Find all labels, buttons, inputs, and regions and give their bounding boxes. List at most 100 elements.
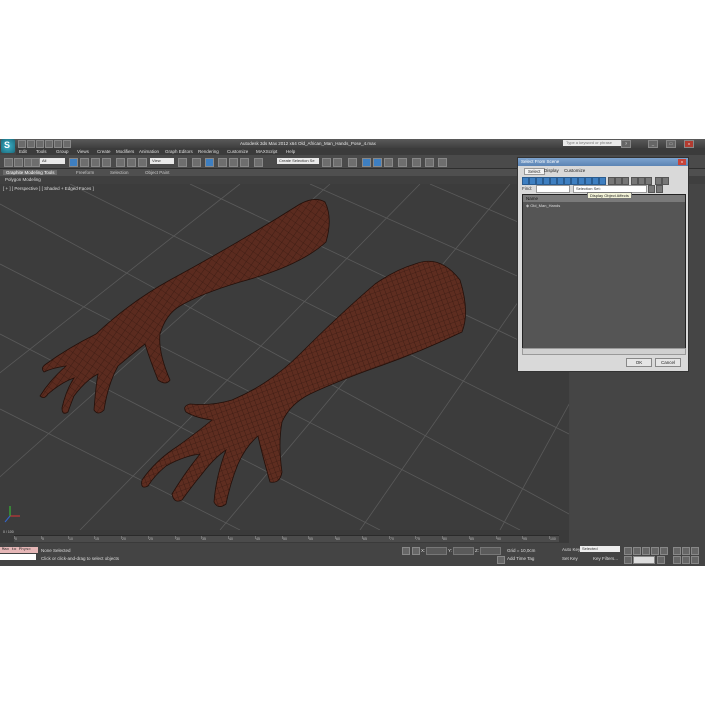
menu-graph-editors[interactable]: Graph Editors xyxy=(165,149,193,154)
redo-icon[interactable] xyxy=(54,140,62,148)
select-dependents-icon[interactable] xyxy=(655,177,662,185)
display-object-affects-icon[interactable] xyxy=(599,177,606,185)
display-bones-icon[interactable] xyxy=(578,177,585,185)
selected-combo[interactable]: Selected xyxy=(580,546,620,552)
zoom-all-icon[interactable] xyxy=(682,547,690,555)
display-helpers-icon[interactable] xyxy=(550,177,557,185)
unlink-icon[interactable] xyxy=(31,158,40,167)
select-manipulate-icon[interactable] xyxy=(192,158,201,167)
save-file-icon[interactable] xyxy=(36,140,44,148)
list-item[interactable]: ◆ Old_Man_Hands xyxy=(526,203,560,208)
angle-snap-icon[interactable] xyxy=(218,158,227,167)
maxscript-listener[interactable]: Max to Physc xyxy=(0,547,38,553)
display-containers-icon[interactable] xyxy=(585,177,592,185)
viewport-label[interactable]: [ + ] [ Perspective ] [ Shaded + Edged F… xyxy=(3,186,94,191)
tab-freeform[interactable]: Freeform xyxy=(76,170,94,175)
cancel-button[interactable]: Cancel xyxy=(655,358,681,367)
ok-button[interactable]: OK xyxy=(626,358,652,367)
time-slider[interactable]: 0 / 100 xyxy=(3,530,14,534)
go-to-start-icon[interactable] xyxy=(624,547,632,555)
reference-coordinate-combo[interactable]: View xyxy=(150,158,174,164)
move-icon[interactable] xyxy=(116,158,125,167)
dialog-menu-select[interactable]: Select xyxy=(524,168,545,175)
maximize-button[interactable]: □ xyxy=(666,140,676,148)
select-none-icon[interactable] xyxy=(638,177,645,185)
select-children-icon[interactable] xyxy=(662,177,669,185)
schematic-view-icon[interactable] xyxy=(384,158,393,167)
viewport-scene[interactable] xyxy=(0,184,569,530)
percent-snap-icon[interactable] xyxy=(229,158,238,167)
dialog-close-button[interactable]: x xyxy=(678,159,686,165)
auto-key-label[interactable]: Auto Key xyxy=(562,547,580,552)
undo-icon[interactable] xyxy=(4,158,13,167)
menu-modifiers[interactable]: Modifiers xyxy=(116,149,134,154)
display-xrefs-icon[interactable] xyxy=(571,177,578,185)
next-frame-icon[interactable] xyxy=(651,547,659,555)
display-none-icon[interactable] xyxy=(615,177,622,185)
menu-help[interactable]: Help xyxy=(286,149,295,154)
horizontal-scrollbar[interactable] xyxy=(522,348,686,355)
named-selection-set-combo[interactable]: Create Selection Se xyxy=(277,158,319,164)
rectangular-selection-icon[interactable] xyxy=(91,158,100,167)
orbit-icon[interactable] xyxy=(691,556,699,564)
pan-view-icon[interactable] xyxy=(682,556,690,564)
rotate-icon[interactable] xyxy=(127,158,136,167)
perspective-viewport[interactable]: [ + ] [ Perspective ] [ Shaded + Edged F… xyxy=(0,184,569,530)
absolute-mode-icon[interactable] xyxy=(412,547,420,555)
rendered-frame-window-icon[interactable] xyxy=(425,158,434,167)
coord-z-field[interactable] xyxy=(480,547,501,555)
pivot-icon[interactable] xyxy=(178,158,187,167)
set-key-label[interactable]: Set Key xyxy=(562,556,578,561)
app-logo-icon[interactable]: S xyxy=(1,139,15,153)
key-mode-icon[interactable] xyxy=(624,556,632,564)
graphite-ribbon-icon[interactable] xyxy=(362,158,371,167)
spinner-snap-icon[interactable] xyxy=(240,158,249,167)
select-all-icon[interactable] xyxy=(631,177,638,185)
menu-views[interactable]: Views xyxy=(77,149,89,154)
select-by-name-icon[interactable] xyxy=(80,158,89,167)
display-geometry-icon[interactable] xyxy=(522,177,529,185)
minimize-button[interactable]: _ xyxy=(648,140,658,148)
new-file-icon[interactable] xyxy=(18,140,26,148)
window-crossing-icon[interactable] xyxy=(102,158,111,167)
dialog-menu-display[interactable]: Display xyxy=(544,168,559,173)
display-invert-icon[interactable] xyxy=(622,177,629,185)
add-time-tag[interactable]: Add Time Tag xyxy=(507,556,534,561)
tab-graphite-modeling-tools[interactable]: Graphite Modeling Tools xyxy=(3,170,58,175)
current-frame-field[interactable] xyxy=(633,556,655,564)
search-input[interactable]: Type a keyword or phrase xyxy=(563,140,621,146)
close-button[interactable]: x xyxy=(684,140,694,148)
tab-selection[interactable]: Selection xyxy=(110,170,129,175)
display-shapes-icon[interactable] xyxy=(529,177,536,185)
selection-filter-combo[interactable]: All xyxy=(40,158,65,164)
menu-rendering[interactable]: Rendering xyxy=(198,149,219,154)
undo-icon[interactable] xyxy=(45,140,53,148)
play-icon[interactable] xyxy=(642,547,650,555)
time-tag-icon[interactable] xyxy=(497,556,505,564)
menu-customize[interactable]: Customize xyxy=(227,149,248,154)
display-space-warps-icon[interactable] xyxy=(557,177,564,185)
open-file-icon[interactable] xyxy=(27,140,35,148)
coord-x-field[interactable] xyxy=(426,547,447,555)
select-invert-icon[interactable] xyxy=(645,177,652,185)
align-icon[interactable] xyxy=(333,158,342,167)
dialog-title-bar[interactable]: Select From Scene x xyxy=(518,158,688,166)
scene-object-list[interactable]: Name ◆ Old_Man_Hands xyxy=(522,194,686,350)
snaps-toggle-icon[interactable] xyxy=(205,158,214,167)
menu-create[interactable]: Create xyxy=(97,149,111,154)
layer-manager-icon[interactable] xyxy=(348,158,357,167)
track-bar[interactable]: 0 5 10 15 20 25 30 35 40 45 50 55 60 65 70 75 80 85 90 95 10… xyxy=(14,535,559,542)
display-groups-icon[interactable] xyxy=(564,177,571,185)
tab-object-paint[interactable]: Object Paint xyxy=(145,170,170,175)
go-to-end-icon[interactable] xyxy=(660,547,668,555)
previous-frame-icon[interactable] xyxy=(633,547,641,555)
render-production-icon[interactable] xyxy=(438,158,447,167)
display-lights-icon[interactable] xyxy=(536,177,543,185)
help-icon[interactable]: ? xyxy=(621,140,631,148)
display-all-icon[interactable] xyxy=(608,177,615,185)
lock-selection-icon[interactable] xyxy=(402,547,410,555)
scale-icon[interactable] xyxy=(138,158,147,167)
coord-y-field[interactable] xyxy=(453,547,474,555)
menu-animation[interactable]: Animation xyxy=(139,149,159,154)
menu-group[interactable]: Group xyxy=(56,149,69,154)
